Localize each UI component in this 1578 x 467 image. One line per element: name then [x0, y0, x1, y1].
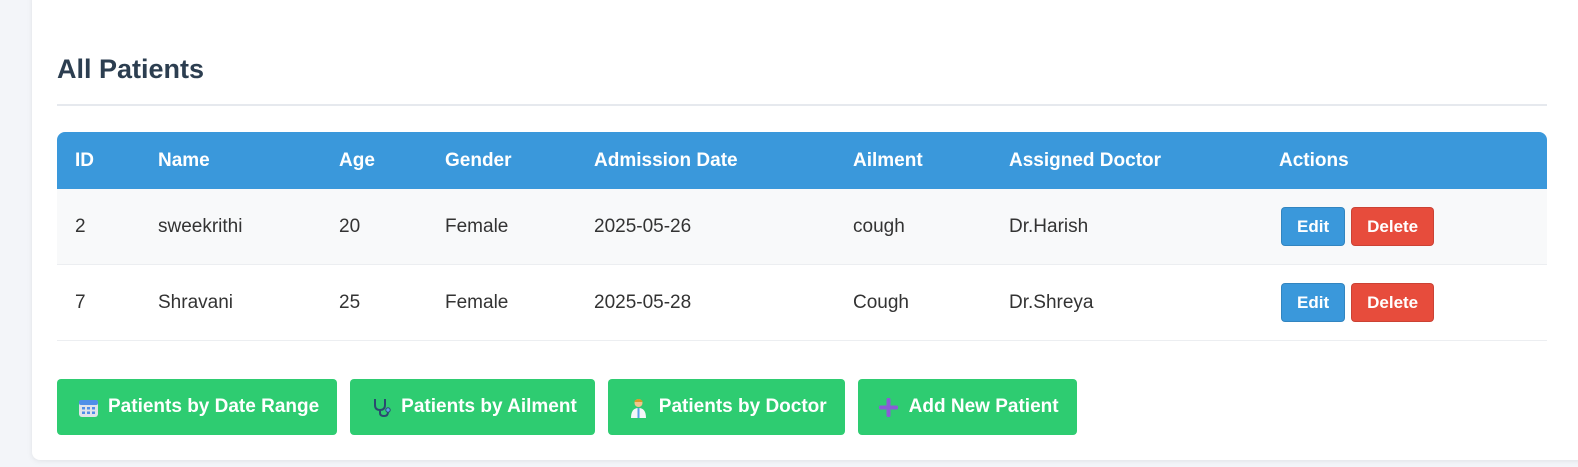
cell-age: 25	[339, 264, 445, 341]
plus-icon	[878, 396, 900, 418]
table-row: 2 sweekrithi 20 Female 2025-05-26 cough …	[57, 189, 1547, 265]
page-title: All Patients	[57, 54, 205, 84]
patients-by-date-range-label: Patients by Date Range	[108, 396, 320, 417]
patients-table: ID Name Age Gender Admission Date Ailmen…	[57, 132, 1547, 341]
title-divider	[57, 104, 1547, 106]
add-new-patient-button[interactable]: Add New Patient	[857, 379, 1077, 435]
cell-gender: Female	[445, 189, 594, 265]
cell-id: 7	[57, 264, 158, 341]
add-new-patient-label: Add New Patient	[908, 396, 1059, 417]
column-header-ailment[interactable]: Ailment	[853, 132, 1009, 189]
cell-actions: Edit Delete	[1279, 264, 1547, 341]
table-header-row: ID Name Age Gender Admission Date Ailmen…	[57, 132, 1547, 189]
patients-by-doctor-button[interactable]: Patients by Doctor	[607, 379, 845, 435]
column-header-actions: Actions	[1279, 149, 1349, 171]
doctor-icon	[628, 396, 650, 418]
column-header-admission-date[interactable]: Admission Date	[594, 132, 853, 189]
cell-gender: Female	[445, 264, 594, 341]
cell-name: Shravani	[158, 264, 339, 341]
patients-by-ailment-label: Patients by Ailment	[401, 396, 577, 417]
cell-admission-date: 2025-05-28	[594, 264, 853, 341]
cell-assigned-doctor: Dr.Shreya	[1009, 264, 1279, 341]
column-header-name[interactable]: Name	[158, 132, 339, 189]
delete-button[interactable]: Delete	[1351, 283, 1435, 322]
edit-button[interactable]: Edit	[1281, 283, 1346, 322]
cell-actions: Edit Delete	[1279, 189, 1547, 265]
cell-name: sweekrithi	[158, 189, 339, 265]
cell-ailment: Cough	[853, 264, 1009, 341]
delete-button[interactable]: Delete	[1351, 207, 1435, 246]
cell-admission-date: 2025-05-26	[594, 189, 853, 265]
cell-assigned-doctor: Dr.Harish	[1009, 189, 1279, 265]
report-actions: Patients by Date Range Patients by Ailme…	[57, 379, 1077, 435]
edit-button[interactable]: Edit	[1281, 207, 1346, 246]
column-header-age[interactable]: Age	[339, 132, 445, 189]
patients-by-ailment-button[interactable]: Patients by Ailment	[350, 379, 595, 435]
stethoscope-icon	[370, 396, 392, 418]
patients-by-doctor-label: Patients by Doctor	[658, 396, 827, 417]
cell-id: 2	[57, 189, 158, 265]
cell-ailment: cough	[853, 189, 1009, 265]
patients-by-date-range-button[interactable]: Patients by Date Range	[57, 379, 338, 435]
column-header-gender[interactable]: Gender	[445, 132, 594, 189]
table-row: 7 Shravani 25 Female 2025-05-28 Cough Dr…	[57, 264, 1547, 341]
column-header-assigned-doctor[interactable]: Assigned Doctor	[1009, 132, 1279, 189]
calendar-icon	[77, 396, 99, 418]
column-header-id[interactable]: ID	[57, 132, 158, 189]
cell-age: 20	[339, 189, 445, 265]
